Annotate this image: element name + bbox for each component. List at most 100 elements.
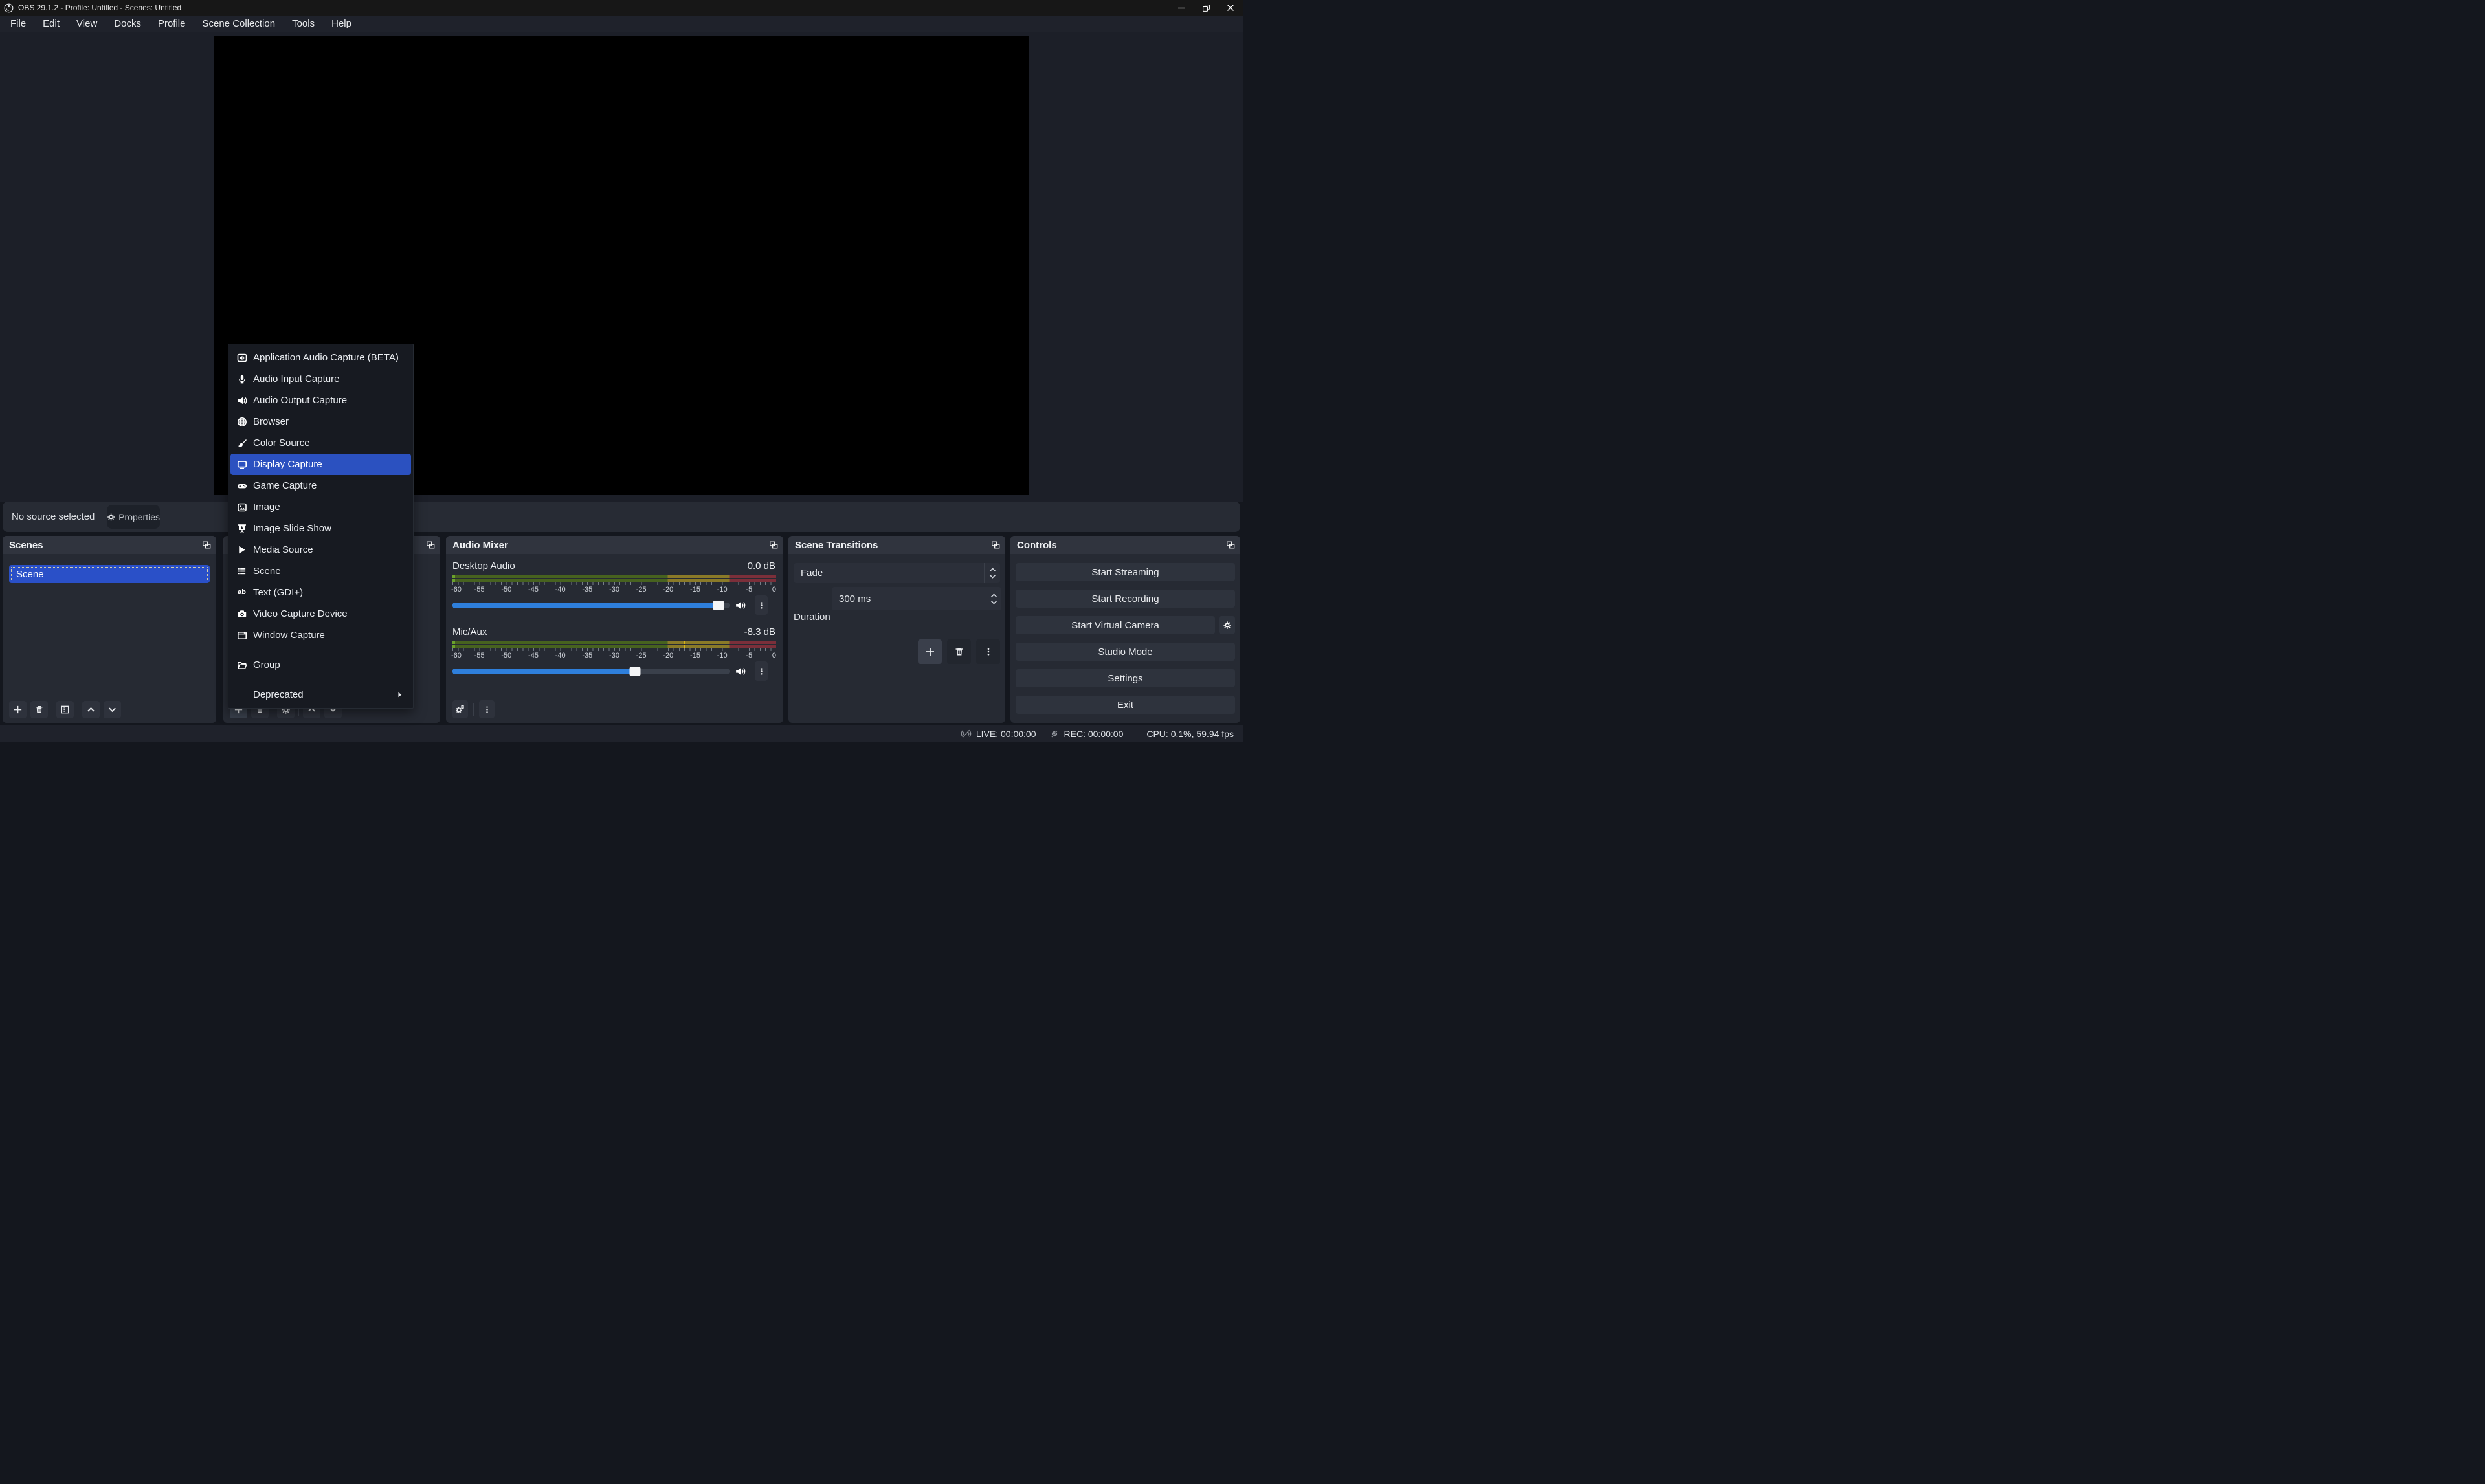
meter-tick-label: -10 <box>717 652 728 659</box>
popout-icon[interactable] <box>769 540 778 549</box>
menu-scene-collection[interactable]: Scene Collection <box>194 16 284 32</box>
minimize-button[interactable] <box>1169 0 1194 16</box>
gear-icon <box>107 513 115 522</box>
settings-button[interactable]: Settings <box>1016 669 1235 687</box>
obs-logo-icon <box>4 3 14 13</box>
mic-aux-meter: -60-55-50-45-40-35-30-25-20-15-10-50 <box>452 641 776 660</box>
remove-transition-button[interactable] <box>947 639 971 664</box>
chevron-up-icon <box>990 593 997 598</box>
scene-filters-button[interactable] <box>56 701 74 718</box>
menu-item-display-capture[interactable]: Display Capture <box>230 454 411 475</box>
menu-item-video-capture-device[interactable]: Video Capture Device <box>230 603 411 625</box>
menu-item-scene[interactable]: Scene <box>230 560 411 582</box>
kebab-menu-icon <box>757 667 766 676</box>
channel-options-button[interactable] <box>755 661 768 681</box>
add-transition-button[interactable] <box>918 639 942 664</box>
audio-mixer-panel: Audio Mixer Desktop Audio 0.0 dB -60-55-… <box>446 536 783 723</box>
menu-edit[interactable]: Edit <box>34 16 68 32</box>
popout-icon[interactable] <box>991 540 1000 549</box>
virtual-camera-settings-button[interactable] <box>1219 616 1235 634</box>
spin-arrows[interactable] <box>986 593 1001 604</box>
move-scene-up-button[interactable] <box>82 701 100 718</box>
advanced-audio-button[interactable] <box>452 700 468 718</box>
mixer-options-button[interactable] <box>479 700 495 718</box>
window-icon <box>236 630 247 641</box>
start-streaming-button[interactable]: Start Streaming <box>1016 563 1235 581</box>
folder-icon <box>236 659 247 670</box>
close-button[interactable] <box>1218 0 1243 16</box>
plus-icon <box>13 705 23 714</box>
restore-button[interactable] <box>1194 0 1218 16</box>
popout-icon[interactable] <box>426 540 435 549</box>
meter-tick-label: -40 <box>555 586 566 593</box>
properties-button[interactable]: Properties <box>107 505 160 529</box>
menu-docks[interactable]: Docks <box>106 16 150 32</box>
volume-slider[interactable] <box>452 669 730 674</box>
mic-aux-header: Mic/Aux -8.3 dB <box>452 626 775 637</box>
scene-list-item-selected[interactable]: Scene <box>9 565 210 583</box>
volume-slider[interactable] <box>452 603 730 608</box>
menu-item-group[interactable]: Group <box>230 654 411 676</box>
meter-tick-label: -25 <box>636 586 647 593</box>
speaker-icon[interactable] <box>735 600 746 611</box>
start-recording-button[interactable]: Start Recording <box>1016 590 1235 608</box>
menu-tools[interactable]: Tools <box>284 16 323 32</box>
menu-item-text-gdi[interactable]: abText (GDI+) <box>230 582 411 603</box>
menu-item-media-source[interactable]: Media Source <box>230 539 411 560</box>
menu-item-application-audio-capture[interactable]: Application Audio Capture (BETA) <box>230 347 411 368</box>
desktop-audio-header: Desktop Audio 0.0 dB <box>452 560 775 571</box>
start-virtual-camera-button[interactable]: Start Virtual Camera <box>1016 616 1215 634</box>
volume-slider-handle[interactable] <box>630 667 641 676</box>
chevron-down-icon <box>990 600 997 604</box>
menu-item-window-capture[interactable]: Window Capture <box>230 625 411 646</box>
meter-tick-label: -20 <box>663 586 673 593</box>
transition-options-button[interactable] <box>976 639 1000 664</box>
menu-item-audio-input-capture[interactable]: Audio Input Capture <box>230 368 411 390</box>
remove-scene-button[interactable] <box>30 701 48 718</box>
menu-item-image-slide-show[interactable]: Image Slide Show <box>230 518 411 539</box>
menu-item-color-source[interactable]: Color Source <box>230 432 411 454</box>
add-scene-button[interactable] <box>9 701 27 718</box>
live-status: LIVE: 00:00:00 <box>961 728 1036 739</box>
play-icon <box>236 544 247 555</box>
audio-mixer-header: Audio Mixer <box>446 536 783 554</box>
meter-tick-label: 0 <box>772 586 776 593</box>
meter-tick-label: -45 <box>528 652 539 659</box>
volume-slider-handle[interactable] <box>713 601 724 610</box>
speaker-icon[interactable] <box>735 666 746 677</box>
gear-icon <box>1223 621 1232 630</box>
menu-view[interactable]: View <box>68 16 106 32</box>
exit-button[interactable]: Exit <box>1016 696 1235 714</box>
menu-help[interactable]: Help <box>323 16 360 32</box>
meter-tick-label: -55 <box>474 586 485 593</box>
menu-item-browser[interactable]: Browser <box>230 411 411 432</box>
submenu-arrow-icon <box>396 691 403 698</box>
channel-db-value: -8.3 dB <box>744 626 775 637</box>
menu-item-audio-output-capture[interactable]: Audio Output Capture <box>230 390 411 411</box>
popout-icon[interactable] <box>1226 540 1235 549</box>
meter-tick-label: -30 <box>609 586 619 593</box>
menu-item-image[interactable]: Image <box>230 496 411 518</box>
select-arrows <box>985 568 1000 579</box>
audio-mixer-title: Audio Mixer <box>452 540 769 551</box>
chevron-up-icon <box>989 568 996 572</box>
record-off-icon <box>1049 729 1060 739</box>
scenes-toolbar <box>9 701 121 718</box>
duration-spinbox[interactable]: 300 ms <box>832 587 1001 610</box>
studio-mode-button[interactable]: Studio Mode <box>1016 643 1235 661</box>
menu-file[interactable]: File <box>2 16 34 32</box>
trash-icon <box>954 647 964 657</box>
broadcast-off-icon <box>961 728 972 739</box>
obs-main-window: OBS 29.1.2 - Profile: Untitled - Scenes:… <box>0 0 1243 742</box>
move-scene-down-button[interactable] <box>104 701 121 718</box>
chevron-down-icon <box>107 705 117 714</box>
menu-item-game-capture[interactable]: Game Capture <box>230 475 411 496</box>
menu-profile[interactable]: Profile <box>150 16 194 32</box>
menu-bar: File Edit View Docks Profile Scene Colle… <box>0 16 1243 32</box>
scene-transitions-header: Scene Transitions <box>788 536 1005 554</box>
channel-options-button[interactable] <box>755 595 768 615</box>
popout-icon[interactable] <box>202 540 211 549</box>
meter-tick-label: 0 <box>772 652 776 659</box>
transition-select[interactable]: Fade <box>794 563 1000 583</box>
menu-item-deprecated[interactable]: Deprecated <box>230 684 411 705</box>
